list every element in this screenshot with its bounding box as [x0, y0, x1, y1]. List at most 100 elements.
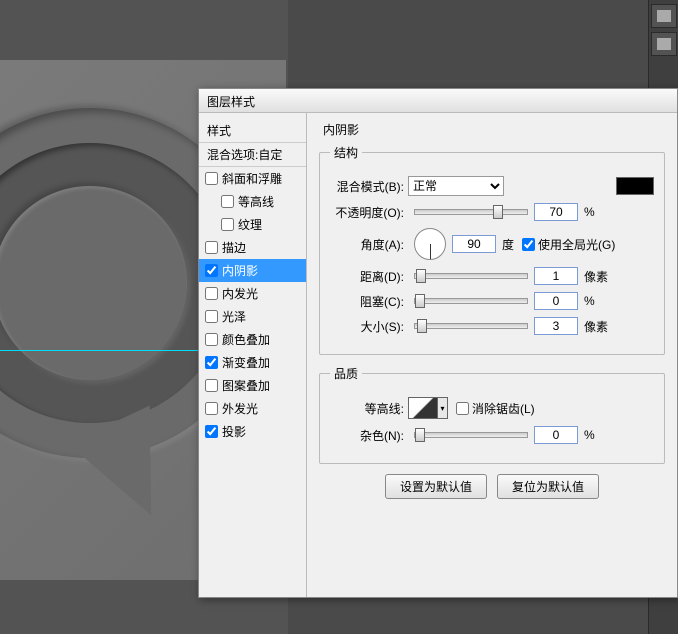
distance-row: 距离(D): 像素	[330, 267, 654, 285]
style-item-label: 渐变叠加	[222, 354, 270, 371]
angle-row: 角度(A): 度 使用全局光(G)	[330, 228, 654, 260]
style-item-1[interactable]: 等高线	[199, 190, 306, 213]
style-item-label: 描边	[222, 239, 246, 256]
size-row: 大小(S): 像素	[330, 317, 654, 335]
style-item-3[interactable]: 描边	[199, 236, 306, 259]
toolbar-icon	[657, 38, 671, 50]
style-item-10[interactable]: 外发光	[199, 397, 306, 420]
choke-input[interactable]	[534, 292, 578, 310]
style-item-label: 斜面和浮雕	[222, 170, 282, 187]
style-checkbox[interactable]	[205, 264, 218, 277]
color-swatch[interactable]	[616, 177, 654, 195]
noise-input[interactable]	[534, 426, 578, 444]
angle-dial[interactable]	[414, 228, 446, 260]
style-item-2[interactable]: 纹理	[199, 213, 306, 236]
style-item-label: 内发光	[222, 285, 258, 302]
style-item-6[interactable]: 光泽	[199, 305, 306, 328]
style-item-7[interactable]: 颜色叠加	[199, 328, 306, 351]
noise-label: 杂色(N):	[330, 427, 408, 444]
style-checkbox[interactable]	[205, 172, 218, 185]
style-checkbox[interactable]	[205, 333, 218, 346]
noise-slider[interactable]	[414, 432, 528, 438]
dialog-title-text: 图层样式	[207, 95, 255, 109]
style-item-label: 图案叠加	[222, 377, 270, 394]
distance-input[interactable]	[534, 267, 578, 285]
angle-input[interactable]	[452, 235, 496, 253]
contour-label: 等高线:	[330, 400, 408, 417]
size-slider[interactable]	[414, 323, 528, 329]
noise-row: 杂色(N): %	[330, 426, 654, 444]
style-checkbox[interactable]	[205, 425, 218, 438]
style-checkbox[interactable]	[205, 310, 218, 323]
noise-unit: %	[584, 428, 595, 442]
style-item-5[interactable]: 内发光	[199, 282, 306, 305]
distance-slider[interactable]	[414, 273, 528, 279]
panel-title: 内阴影	[319, 121, 665, 138]
style-item-label: 投影	[222, 423, 246, 440]
antialias-checkbox[interactable]: 消除锯齿(L)	[456, 400, 535, 417]
blend-mode-row: 混合模式(B): 正常	[330, 176, 654, 196]
styles-header[interactable]: 样式	[199, 119, 306, 143]
distance-unit: 像素	[584, 268, 608, 285]
blend-mode-label: 混合模式(B):	[330, 178, 408, 195]
layer-style-dialog: 图层样式 样式 混合选项:自定 斜面和浮雕等高线纹理描边内阴影内发光光泽颜色叠加…	[198, 88, 678, 598]
choke-row: 阻塞(C): %	[330, 292, 654, 310]
style-item-label: 内阴影	[222, 262, 258, 279]
choke-slider[interactable]	[414, 298, 528, 304]
style-checkbox[interactable]	[205, 402, 218, 415]
angle-label: 角度(A):	[330, 236, 408, 253]
style-item-4[interactable]: 内阴影	[199, 259, 306, 282]
style-item-label: 光泽	[222, 308, 246, 325]
style-item-label: 外发光	[222, 400, 258, 417]
toolbar-button-1[interactable]	[651, 4, 677, 28]
style-checkbox[interactable]	[205, 287, 218, 300]
dialog-title-bar[interactable]: 图层样式	[199, 89, 677, 113]
structure-fieldset: 结构 混合模式(B): 正常 不透明度(O): % 角度(A):	[319, 144, 665, 355]
style-item-0[interactable]: 斜面和浮雕	[199, 167, 306, 190]
reset-default-button[interactable]: 复位为默认值	[497, 474, 599, 499]
global-light-label: 使用全局光(G)	[538, 236, 615, 253]
styles-list-panel: 样式 混合选项:自定 斜面和浮雕等高线纹理描边内阴影内发光光泽颜色叠加渐变叠加图…	[199, 113, 307, 597]
antialias-check[interactable]	[456, 402, 469, 415]
button-row: 设置为默认值 复位为默认值	[319, 474, 665, 499]
contour-dropdown[interactable]: ▾	[438, 397, 448, 419]
style-checkbox[interactable]	[221, 195, 234, 208]
global-light-check[interactable]	[522, 238, 535, 251]
style-item-label: 等高线	[238, 193, 274, 210]
opacity-unit: %	[584, 205, 595, 219]
opacity-slider[interactable]	[414, 209, 528, 215]
blend-mode-select[interactable]: 正常	[408, 176, 504, 196]
style-checkbox[interactable]	[205, 241, 218, 254]
distance-label: 距离(D):	[330, 268, 408, 285]
size-unit: 像素	[584, 318, 608, 335]
size-label: 大小(S):	[330, 318, 408, 335]
style-item-8[interactable]: 渐变叠加	[199, 351, 306, 374]
global-light-checkbox[interactable]: 使用全局光(G)	[522, 236, 615, 253]
toolbar-icon	[657, 10, 671, 22]
quality-legend: 品质	[330, 365, 362, 382]
choke-unit: %	[584, 294, 595, 308]
dialog-body: 样式 混合选项:自定 斜面和浮雕等高线纹理描边内阴影内发光光泽颜色叠加渐变叠加图…	[199, 113, 677, 597]
structure-legend: 结构	[330, 144, 362, 161]
style-checkbox[interactable]	[205, 379, 218, 392]
style-item-9[interactable]: 图案叠加	[199, 374, 306, 397]
contour-row: 等高线: ▾ 消除锯齿(L)	[330, 397, 654, 419]
quality-fieldset: 品质 等高线: ▾ 消除锯齿(L) 杂色(N): %	[319, 365, 665, 464]
opacity-row: 不透明度(O): %	[330, 203, 654, 221]
size-input[interactable]	[534, 317, 578, 335]
choke-label: 阻塞(C):	[330, 293, 408, 310]
style-checkbox[interactable]	[205, 356, 218, 369]
opacity-input[interactable]	[534, 203, 578, 221]
style-item-label: 颜色叠加	[222, 331, 270, 348]
settings-panel: 内阴影 结构 混合模式(B): 正常 不透明度(O): % 角度(A):	[307, 113, 677, 597]
opacity-label: 不透明度(O):	[330, 204, 408, 221]
style-checkbox[interactable]	[221, 218, 234, 231]
angle-unit: 度	[502, 236, 514, 253]
style-item-label: 纹理	[238, 216, 262, 233]
set-default-button[interactable]: 设置为默认值	[385, 474, 487, 499]
style-item-11[interactable]: 投影	[199, 420, 306, 443]
toolbar-button-2[interactable]	[651, 32, 677, 56]
blending-options-header[interactable]: 混合选项:自定	[199, 143, 306, 167]
antialias-label: 消除锯齿(L)	[472, 400, 535, 417]
contour-swatch[interactable]	[408, 397, 438, 419]
